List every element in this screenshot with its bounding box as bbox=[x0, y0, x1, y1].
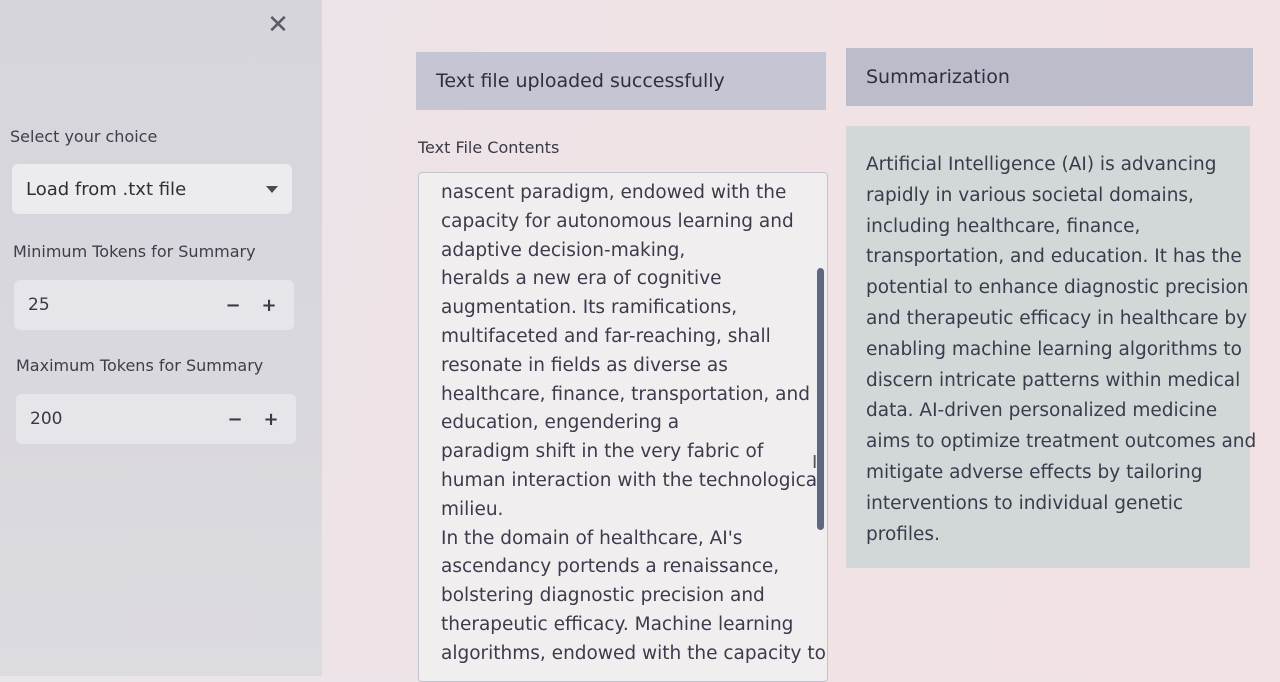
contents-line: education, engendering a bbox=[441, 412, 680, 434]
summary-line: including healthcare, finance, bbox=[866, 215, 1141, 237]
chevron-down-icon bbox=[266, 185, 278, 193]
contents-line: heralds a new era of cognitive bbox=[441, 268, 722, 290]
contents-line: multifaceted and far-reaching, shall bbox=[441, 325, 771, 347]
contents-line: In the domain of healthcare, AI's bbox=[441, 527, 743, 549]
max-tokens-label: Maximum Tokens for Summary bbox=[16, 356, 264, 375]
contents-line: algorithms, endowed with the capacity to bbox=[441, 642, 826, 664]
summary-heading-banner: Summarization bbox=[846, 48, 1253, 106]
contents-line: paradigm shift in the very fabric of bbox=[441, 441, 764, 463]
summary-line: aims to optimize treatment outcomes and bbox=[866, 431, 1257, 453]
summary-line: rapidly in various societal domains, bbox=[866, 184, 1194, 206]
max-tokens-value[interactable]: 200 bbox=[30, 409, 210, 429]
choice-select[interactable]: Load from .txt file bbox=[12, 164, 292, 214]
text-file-contents-area[interactable]: nascent paradigm, endowed with the capaci… bbox=[418, 172, 828, 682]
contents-line: therapeutic efficacy. Machine learning bbox=[441, 613, 794, 635]
contents-line: capacity for autonomous learning and bbox=[441, 210, 794, 232]
summary-output: Artificial Intelligence (AI) is advancin… bbox=[846, 126, 1257, 568]
min-tokens-decrement-button[interactable]: − bbox=[222, 295, 244, 316]
min-tokens-stepper[interactable]: 25 − + bbox=[14, 280, 294, 330]
upload-success-text: Text file uploaded successfully bbox=[436, 70, 725, 92]
summary-line: Artificial Intelligence (AI) is advancin… bbox=[866, 154, 1217, 175]
summary-line: data. AI-driven personalized medicine bbox=[866, 400, 1218, 422]
summary-heading: Summarization bbox=[866, 66, 1010, 88]
min-tokens-increment-button[interactable]: + bbox=[258, 295, 280, 316]
summary-line: mitigate adverse effects by tailoring bbox=[866, 461, 1203, 483]
upload-success-banner: Text file uploaded successfully bbox=[416, 52, 826, 110]
close-icon[interactable]: ✕ bbox=[266, 12, 290, 38]
summary-line: potential to enhance diagnostic precisio… bbox=[866, 277, 1249, 299]
contents-line: adaptive decision-making, bbox=[441, 239, 686, 261]
summary-line: enabling machine learning algorithms to bbox=[866, 338, 1242, 360]
min-tokens-value[interactable]: 25 bbox=[28, 295, 208, 315]
summary-line: transportation, and education. It has th… bbox=[866, 246, 1242, 268]
text-cursor-icon: I bbox=[812, 452, 818, 473]
max-tokens-decrement-button[interactable]: − bbox=[224, 409, 246, 430]
min-tokens-label: Minimum Tokens for Summary bbox=[13, 242, 256, 261]
contents-scrollbar[interactable] bbox=[817, 268, 824, 530]
contents-line: healthcare, finance, transportation, and bbox=[441, 383, 810, 405]
summary-line: discern intricate patterns within medica… bbox=[866, 369, 1241, 391]
max-tokens-increment-button[interactable]: + bbox=[260, 409, 282, 430]
contents-line: bolstering diagnostic precision and bbox=[441, 585, 765, 607]
summary-line: and therapeutic efficacy in healthcare b… bbox=[866, 307, 1248, 329]
summary-line: profiles. bbox=[866, 523, 940, 545]
contents-line: resonate in fields as diverse as bbox=[441, 354, 728, 376]
summary-line: interventions to individual genetic bbox=[866, 492, 1184, 514]
contents-line: augmentation. Its ramifications, bbox=[441, 297, 738, 319]
choice-label: Select your choice bbox=[10, 127, 158, 146]
contents-line: human interaction with the technological bbox=[441, 469, 823, 491]
contents-line: milieu. bbox=[441, 498, 504, 520]
contents-line: nascent paradigm, endowed with the bbox=[441, 182, 787, 203]
sidebar: ✕ Select your choice Load from .txt file… bbox=[0, 0, 322, 676]
max-tokens-stepper[interactable]: 200 − + bbox=[16, 394, 296, 444]
choice-select-value: Load from .txt file bbox=[26, 178, 187, 200]
contents-line: ascendancy portends a renaissance, bbox=[441, 556, 780, 578]
text-file-contents-label: Text File Contents bbox=[418, 138, 560, 157]
